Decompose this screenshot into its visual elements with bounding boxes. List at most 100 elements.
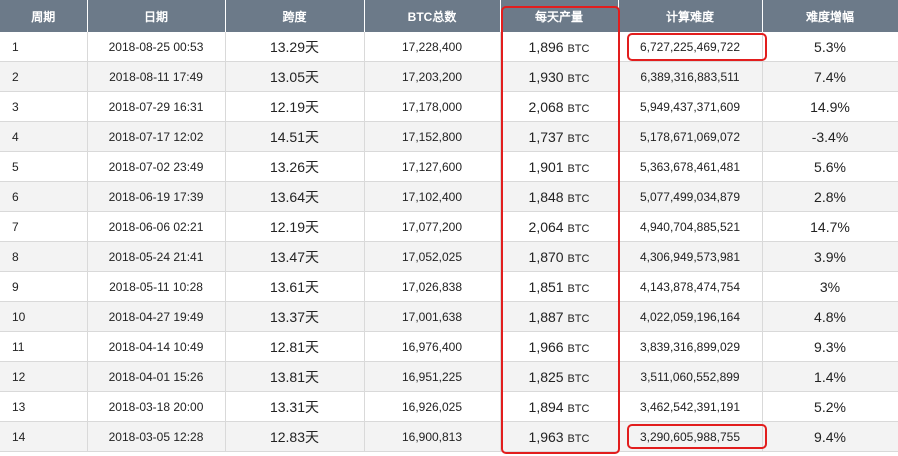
daily-unit: BTC bbox=[567, 402, 590, 415]
header-btc-total[interactable]: BTC总数 bbox=[364, 0, 501, 32]
cell-week: 7 bbox=[0, 211, 88, 242]
cell-difficulty-increase: 7.4% bbox=[762, 61, 898, 92]
header-date[interactable]: 日期 bbox=[87, 0, 226, 32]
cell-date: 2018-06-19 17:39 bbox=[87, 181, 226, 212]
cell-btc-total: 17,001,638 bbox=[364, 301, 501, 332]
header-difficulty-increase[interactable]: 难度增幅 bbox=[762, 0, 898, 32]
cell-btc-total: 16,900,813 bbox=[364, 421, 501, 452]
table-row: 13 2018-03-18 20:00 13.31天 16,926,025 1,894 … bbox=[0, 391, 898, 422]
span-value: 12.19 bbox=[269, 218, 306, 235]
table-row: 7 2018-06-06 02:21 12.19天 17,077,200 2,064 B… bbox=[0, 211, 898, 242]
table-row: 12 2018-04-01 15:26 13.81天 16,951,225 1,825 … bbox=[0, 361, 898, 392]
table-row: 6 2018-06-19 17:39 13.64天 17,102,400 1,848 B… bbox=[0, 181, 898, 212]
cell-btc-total: 17,052,025 bbox=[364, 241, 501, 272]
table-row: 2 2018-08-11 17:49 13.05天 17,203,200 1,930 B… bbox=[0, 61, 898, 92]
daily-value: 1,737 bbox=[528, 128, 564, 145]
cell-span: 13.31天 bbox=[225, 391, 365, 422]
header-daily-output[interactable]: 每天产量 bbox=[500, 0, 619, 32]
cell-difficulty: 3,462,542,391,191 bbox=[618, 391, 763, 422]
cell-span: 12.81天 bbox=[225, 331, 365, 362]
daily-value: 1,966 bbox=[528, 338, 564, 355]
daily-unit: BTC bbox=[567, 192, 590, 205]
cell-span: 13.29天 bbox=[225, 32, 365, 62]
table-row: 9 2018-05-11 10:28 13.61天 17,026,838 1,851 B… bbox=[0, 271, 898, 302]
daily-unit: BTC bbox=[567, 432, 590, 445]
span-value: 13.47 bbox=[269, 248, 306, 265]
cell-difficulty: 4,143,878,474,754 bbox=[618, 271, 763, 302]
cell-daily-output: 1,851 BTC bbox=[500, 271, 619, 302]
cell-difficulty: 6,389,316,883,511 bbox=[618, 61, 763, 92]
cell-difficulty: 4,022,059,196,164 bbox=[618, 301, 763, 332]
cell-btc-total: 17,077,200 bbox=[364, 211, 501, 242]
cell-difficulty-increase: 5.6% bbox=[762, 151, 898, 182]
span-unit: 天 bbox=[305, 128, 320, 145]
cell-difficulty-increase: -3.4% bbox=[762, 121, 898, 152]
daily-value: 1,825 bbox=[528, 368, 564, 385]
span-value: 13.64 bbox=[269, 188, 306, 205]
cell-date: 2018-07-17 12:02 bbox=[87, 121, 226, 152]
daily-unit: BTC bbox=[567, 342, 590, 355]
daily-value: 1,887 bbox=[528, 308, 564, 325]
daily-value: 1,963 bbox=[528, 428, 564, 445]
cell-date: 2018-04-01 15:26 bbox=[87, 361, 226, 392]
table-row: 11 2018-04-14 10:49 12.81天 16,976,400 1,966 … bbox=[0, 331, 898, 362]
daily-unit: BTC bbox=[567, 282, 590, 295]
cell-daily-output: 1,963 BTC bbox=[500, 421, 619, 452]
span-value: 13.26 bbox=[269, 158, 306, 175]
header-span[interactable]: 跨度 bbox=[225, 0, 365, 32]
cell-week: 13 bbox=[0, 391, 88, 422]
cell-daily-output: 1,894 BTC bbox=[500, 391, 619, 422]
span-unit: 天 bbox=[305, 98, 320, 115]
header-difficulty[interactable]: 计算难度 bbox=[618, 0, 763, 32]
cell-difficulty: 4,940,704,885,521 bbox=[618, 211, 763, 242]
cell-daily-output: 1,966 BTC bbox=[500, 331, 619, 362]
cell-daily-output: 1,930 BTC bbox=[500, 61, 619, 92]
span-unit: 天 bbox=[305, 338, 320, 355]
header-week[interactable]: 周期 bbox=[0, 0, 88, 32]
cell-date: 2018-08-25 00:53 bbox=[87, 32, 226, 62]
cell-week: 8 bbox=[0, 241, 88, 272]
difficulty-table: 周期 日期 跨度 BTC总数 每天产量 计算难度 难度增幅 1 2018-08-2… bbox=[0, 0, 898, 452]
cell-date: 2018-04-14 10:49 bbox=[87, 331, 226, 362]
span-value: 12.83 bbox=[269, 428, 306, 445]
cell-difficulty-increase: 1.4% bbox=[762, 361, 898, 392]
cell-daily-output: 1,896 BTC bbox=[500, 32, 619, 62]
cell-daily-output: 1,870 BTC bbox=[500, 241, 619, 272]
cell-difficulty-increase: 14.7% bbox=[762, 211, 898, 242]
cell-difficulty: 5,949,437,371,609 bbox=[618, 91, 763, 122]
cell-btc-total: 17,026,838 bbox=[364, 271, 501, 302]
span-value: 13.05 bbox=[269, 68, 306, 85]
cell-date: 2018-03-05 12:28 bbox=[87, 421, 226, 452]
daily-unit: BTC bbox=[567, 102, 590, 115]
cell-difficulty-increase: 3.9% bbox=[762, 241, 898, 272]
cell-date: 2018-06-06 02:21 bbox=[87, 211, 226, 242]
span-value: 13.61 bbox=[269, 278, 306, 295]
cell-btc-total: 16,951,225 bbox=[364, 361, 501, 392]
span-unit: 天 bbox=[305, 68, 320, 85]
span-value: 12.19 bbox=[269, 98, 306, 115]
cell-difficulty-increase: 5.2% bbox=[762, 391, 898, 422]
cell-btc-total: 17,127,600 bbox=[364, 151, 501, 182]
cell-week: 12 bbox=[0, 361, 88, 392]
cell-week: 9 bbox=[0, 271, 88, 302]
cell-week: 5 bbox=[0, 151, 88, 182]
cell-span: 12.19天 bbox=[225, 91, 365, 122]
daily-value: 1,901 bbox=[528, 158, 564, 175]
span-unit: 天 bbox=[305, 428, 320, 445]
span-unit: 天 bbox=[305, 248, 320, 265]
cell-difficulty-increase: 5.3% bbox=[762, 32, 898, 62]
cell-daily-output: 1,901 BTC bbox=[500, 151, 619, 182]
cell-difficulty-increase: 3% bbox=[762, 271, 898, 302]
span-value: 12.81 bbox=[269, 338, 306, 355]
span-value: 13.31 bbox=[269, 398, 306, 415]
cell-daily-output: 2,064 BTC bbox=[500, 211, 619, 242]
cell-date: 2018-05-24 21:41 bbox=[87, 241, 226, 272]
cell-span: 12.19天 bbox=[225, 211, 365, 242]
cell-difficulty: 3,839,316,899,029 bbox=[618, 331, 763, 362]
cell-daily-output: 1,887 BTC bbox=[500, 301, 619, 332]
cell-week: 3 bbox=[0, 91, 88, 122]
cell-difficulty-increase: 9.3% bbox=[762, 331, 898, 362]
span-unit: 天 bbox=[305, 308, 320, 325]
page: 周期 日期 跨度 BTC总数 每天产量 计算难度 难度增幅 1 2018-08-2… bbox=[0, 0, 898, 456]
cell-difficulty: 3,290,605,988,755 bbox=[618, 421, 763, 452]
